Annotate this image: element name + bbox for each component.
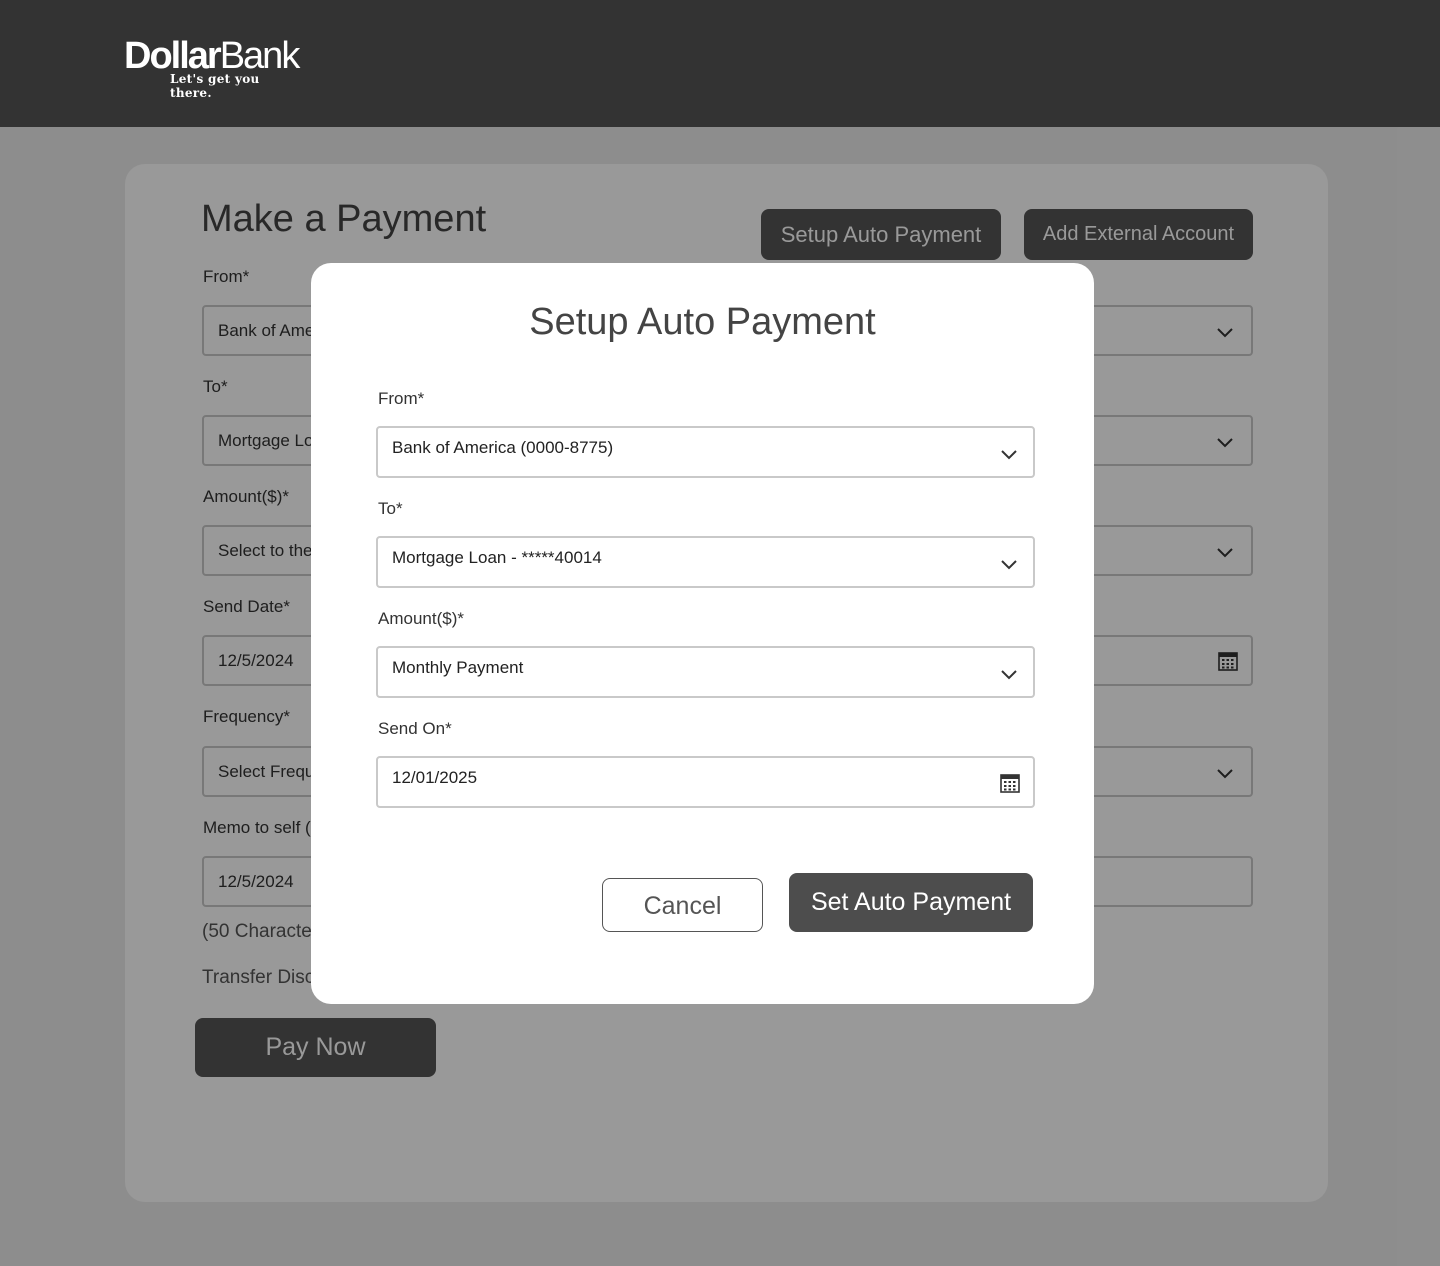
logo-wordmark: DollarBank: [124, 35, 301, 77]
modal-title: Setup Auto Payment: [529, 301, 876, 343]
modal-send-on-field[interactable]: 12/01/2025: [376, 756, 1035, 808]
logo-tagline: Let's get you there.: [170, 72, 260, 100]
chevron-down-icon: [1001, 670, 1017, 680]
site-header: DollarBank Let's get you there.: [0, 0, 1440, 127]
dollar-bank-logo[interactable]: DollarBank Let's get you there.: [124, 35, 304, 100]
modal-send-on-label: Send On*: [378, 719, 452, 738]
logo-word-bank: Bank: [219, 35, 301, 77]
modal-to-label: To*: [378, 499, 403, 518]
modal-send-on-value: 12/01/2025: [392, 768, 478, 787]
modal-amount-select[interactable]: Monthly Payment: [376, 646, 1035, 698]
logo-word-dollar: Dollar: [124, 35, 222, 77]
chevron-down-icon: [1001, 560, 1017, 570]
setup-auto-payment-modal: Setup Auto Payment From* Bank of America…: [311, 263, 1094, 1004]
modal-amount-label: Amount($)*: [378, 609, 464, 628]
cancel-button[interactable]: Cancel: [602, 878, 763, 932]
calendar-icon[interactable]: [999, 772, 1021, 794]
modal-to-value: Mortgage Loan - *****40014: [392, 548, 602, 567]
modal-from-value: Bank of America (0000-8775): [392, 438, 614, 457]
chevron-down-icon: [1001, 450, 1017, 460]
modal-to-select[interactable]: Mortgage Loan - *****40014: [376, 536, 1035, 588]
modal-from-label: From*: [378, 389, 425, 408]
set-auto-payment-button[interactable]: Set Auto Payment: [789, 873, 1033, 932]
modal-amount-value: Monthly Payment: [392, 658, 524, 677]
modal-from-select[interactable]: Bank of America (0000-8775): [376, 426, 1035, 478]
